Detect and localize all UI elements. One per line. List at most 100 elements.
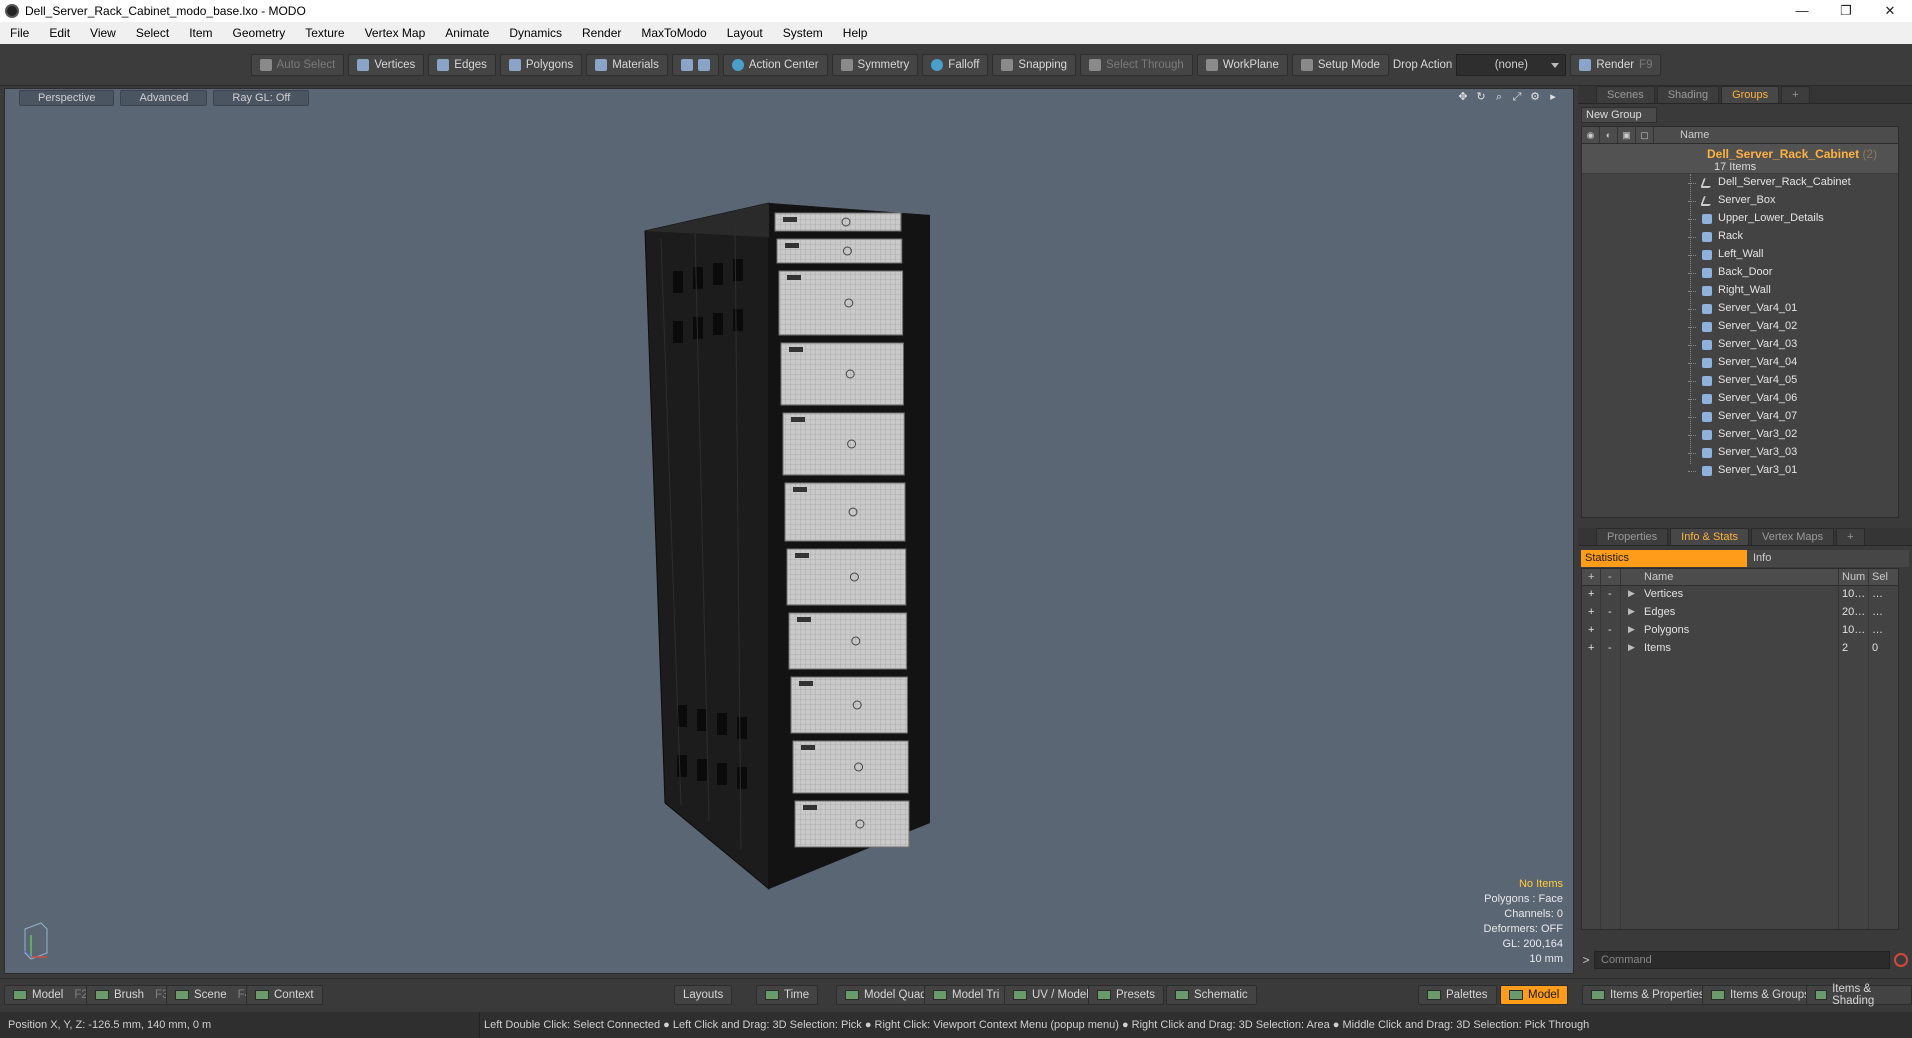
tree-item[interactable]: Left_Wall <box>1582 246 1898 264</box>
command-input[interactable]: Command <box>1594 951 1890 969</box>
palettes-button[interactable]: Palettes <box>1418 985 1497 1005</box>
layout-model-quad-button[interactable]: Model Quad <box>836 985 936 1005</box>
remove-icon[interactable]: - <box>1608 606 1612 618</box>
stats-row[interactable]: + - ▶ Polygons 10…… <box>1582 622 1898 640</box>
symmetry-button[interactable]: Symmetry <box>831 53 919 76</box>
menu-render[interactable]: Render <box>572 22 631 44</box>
group-root-row[interactable]: Dell_Server_Rack_Cabinet (2) 17 Items <box>1582 144 1898 174</box>
items-shading-button[interactable]: Items & Shading <box>1806 983 1912 1007</box>
subtab-info[interactable]: Info <box>1747 550 1909 567</box>
tab-groups[interactable]: Groups <box>1721 86 1780 103</box>
tab-properties[interactable]: Properties <box>1596 528 1669 545</box>
menu-item[interactable]: Item <box>179 22 222 44</box>
tree-item[interactable]: Server_Var4_02 <box>1582 318 1898 336</box>
expand-arrow-icon[interactable]: ▶ <box>1628 624 1635 635</box>
add-icon[interactable]: + <box>1588 642 1594 654</box>
remove-icon[interactable]: - <box>1608 588 1612 600</box>
layout-presets-button[interactable]: Presets <box>1088 985 1164 1005</box>
stats-row[interactable]: + - ▶ Edges 20…… <box>1582 604 1898 622</box>
render-button[interactable]: Render F9 <box>1570 53 1662 76</box>
items-properties-button[interactable]: Items & Properties <box>1582 985 1714 1005</box>
eye-icon[interactable]: ◉ <box>1582 127 1600 143</box>
expand-arrow-icon[interactable]: ▶ <box>1628 588 1635 599</box>
tree-item[interactable]: Server_Box <box>1582 192 1898 210</box>
lock-icon[interactable]: ▣ <box>1618 127 1636 143</box>
3d-viewport[interactable]: Perspective Advanced Ray GL: Off ✥ ↻ ⌕ ⤢… <box>4 88 1574 974</box>
layout-brush-button[interactable]: Brush F3 <box>86 985 178 1005</box>
menu-texture[interactable]: Texture <box>295 22 354 44</box>
tree-item[interactable]: Server_Var4_06 <box>1582 390 1898 408</box>
tree-item[interactable]: Upper_Lower_Details <box>1582 210 1898 228</box>
select-through-button[interactable]: Select Through <box>1080 53 1193 76</box>
restore-button[interactable]: ❐ <box>1824 3 1868 19</box>
workplane-button[interactable]: WorkPlane <box>1196 53 1288 76</box>
expand-all-icon[interactable]: + <box>1588 571 1594 583</box>
layout-time-button[interactable]: Time <box>756 985 819 1005</box>
add-icon[interactable]: + <box>1588 606 1594 618</box>
subtab-statistics[interactable]: Statistics <box>1581 550 1747 567</box>
tree-item[interactable]: Server_Var4_03 <box>1582 336 1898 354</box>
minimize-button[interactable]: — <box>1780 3 1824 19</box>
workspace-model-button[interactable]: Model <box>1500 985 1569 1005</box>
drop-action-select[interactable]: (none) <box>1456 53 1567 76</box>
menu-system[interactable]: System <box>773 22 833 44</box>
add-icon[interactable]: + <box>1588 588 1594 600</box>
tree-item[interactable]: Server_Var4_05 <box>1582 372 1898 390</box>
tree-item[interactable]: Dell_Server_Rack_Cabinet <box>1582 174 1898 192</box>
polygons-button[interactable]: Polygons <box>499 53 583 76</box>
menu-select[interactable]: Select <box>126 22 179 44</box>
record-icon[interactable] <box>1894 953 1908 967</box>
menu-vertex-map[interactable]: Vertex Map <box>355 22 436 44</box>
menu-geometry[interactable]: Geometry <box>223 22 296 44</box>
stats-row[interactable]: + - ▶ Items 2 0 <box>1582 640 1898 658</box>
tab-shading[interactable]: Shading <box>1656 86 1720 103</box>
tab-scenes[interactable]: Scenes <box>1596 86 1655 103</box>
tree-item[interactable]: Server_Var3_03 <box>1582 444 1898 462</box>
setup-mode-button[interactable]: Setup Mode <box>1291 53 1389 76</box>
menu-layout[interactable]: Layout <box>717 22 773 44</box>
remove-icon[interactable]: - <box>1608 624 1612 636</box>
tree-item[interactable]: Right_Wall <box>1582 282 1898 300</box>
render-toggle-icon[interactable]: ◐ <box>1600 127 1618 143</box>
menu-maxtomodo[interactable]: MaxToModo <box>631 22 716 44</box>
layout-model-button[interactable]: Model F2 <box>4 985 97 1005</box>
menu-dynamics[interactable]: Dynamics <box>499 22 572 44</box>
tree-item[interactable]: Server_Var4_07 <box>1582 408 1898 426</box>
collapse-all-icon[interactable]: - <box>1608 571 1612 583</box>
menu-view[interactable]: View <box>80 22 126 44</box>
expand-arrow-icon[interactable]: ▶ <box>1628 606 1635 617</box>
layout-schematic-button[interactable]: Schematic <box>1166 985 1257 1005</box>
vertices-button[interactable]: Vertices <box>348 53 425 76</box>
action-center-button[interactable]: Action Center <box>722 53 828 76</box>
falloff-button[interactable]: Falloff <box>922 53 989 76</box>
menu-help[interactable]: Help <box>833 22 878 44</box>
tree-item[interactable]: Server_Var3_01 <box>1582 462 1898 480</box>
menu-edit[interactable]: Edit <box>39 22 80 44</box>
select-toggle-icon[interactable]: ▢ <box>1636 127 1654 143</box>
close-button[interactable]: ✕ <box>1868 3 1912 19</box>
menu-file[interactable]: File <box>0 22 39 44</box>
layouts-button[interactable]: Layouts <box>674 985 733 1005</box>
remove-icon[interactable]: - <box>1608 642 1612 654</box>
tab-vertex-maps[interactable]: Vertex Maps <box>1751 528 1835 545</box>
add-tab-icon[interactable]: + <box>1836 528 1865 545</box>
layout-context-button[interactable]: Context <box>246 985 323 1005</box>
select-mode-button[interactable] <box>671 53 719 76</box>
menu-animate[interactable]: Animate <box>435 22 499 44</box>
layout-uv-model-button[interactable]: UV / Model <box>1004 985 1098 1005</box>
new-group-button[interactable]: New Group <box>1581 107 1657 123</box>
items-groups-button[interactable]: Items & Groups <box>1702 985 1819 1005</box>
expand-arrow-icon[interactable]: ▶ <box>1628 642 1635 653</box>
tree-item[interactable]: Server_Var4_01 <box>1582 300 1898 318</box>
materials-button[interactable]: Materials <box>586 53 668 76</box>
stats-row[interactable]: + - ▶ Vertices 10…… <box>1582 586 1898 604</box>
snapping-button[interactable]: Snapping <box>992 53 1077 76</box>
add-tab-icon[interactable]: + <box>1781 86 1810 103</box>
auto-select-button[interactable]: Auto Select <box>250 53 345 76</box>
tree-item[interactable]: Server_Var4_04 <box>1582 354 1898 372</box>
tree-item[interactable]: Server_Var3_02 <box>1582 426 1898 444</box>
tree-item[interactable]: Back_Door <box>1582 264 1898 282</box>
tab-info-stats[interactable]: Info & Stats <box>1670 528 1750 545</box>
add-icon[interactable]: + <box>1588 624 1594 636</box>
edges-button[interactable]: Edges <box>428 53 496 76</box>
